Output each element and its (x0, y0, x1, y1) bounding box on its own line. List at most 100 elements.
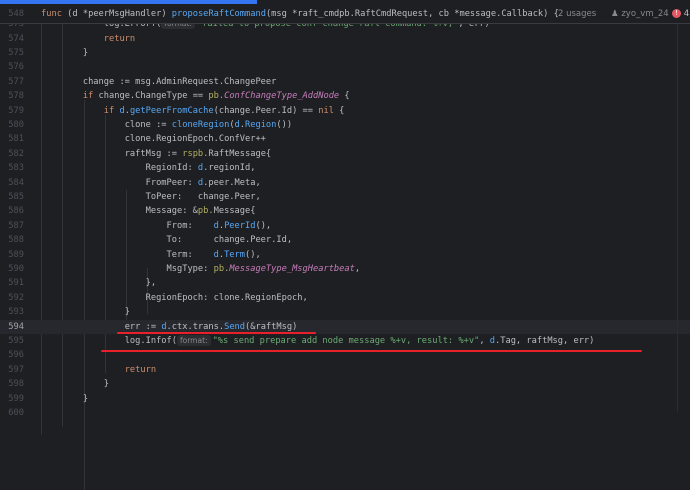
code-text[interactable]: }, (41, 276, 156, 290)
code-token: rspb. (182, 148, 209, 159)
line-number: 599 (8, 393, 24, 404)
code-text[interactable]: raftMsg := rspb.RaftMessage{ (41, 147, 271, 161)
code-line[interactable]: 577 change := msg.AdminRequest.ChangePee… (0, 75, 690, 89)
code-line[interactable]: 600 (0, 406, 690, 420)
code-text[interactable]: RegionEpoch: clone.RegionEpoch, (41, 291, 308, 305)
progress-indicator (0, 0, 257, 4)
line-number: 574 (8, 33, 24, 44)
code-token: MsgType: (41, 264, 214, 274)
code-token: (), (255, 220, 272, 231)
code-text[interactable]: } (41, 305, 130, 319)
line-number: 587 (8, 220, 24, 231)
code-line[interactable]: 574 return (0, 32, 690, 46)
code-line[interactable]: 576 (0, 60, 690, 74)
line-number: 591 (8, 278, 24, 289)
code-text[interactable]: Term: d.Term(), (41, 248, 261, 262)
code-text[interactable]: FromPeer: d.peer.Meta, (41, 176, 261, 190)
line-number: 584 (8, 177, 24, 188)
line-number: 590 (8, 264, 24, 274)
code-token: ()) (276, 120, 293, 130)
code-token: PeerId (224, 220, 256, 231)
code-line[interactable]: 586 Message: &pb.Message{ (0, 204, 690, 218)
code-text[interactable]: log.Infof(format: "%s send prepare add no… (41, 334, 594, 348)
code-line[interactable]: 580 clone := cloneRegion(d.Region()) (0, 118, 690, 132)
code-text[interactable]: RegionId: d.regionId, (41, 161, 256, 175)
code-token: clone := (41, 120, 172, 130)
code-line[interactable]: 582 raftMsg := rspb.RaftMessage{ (0, 147, 690, 161)
code-token: { (333, 105, 345, 116)
code-token: pb. (208, 91, 225, 102)
code-text[interactable]: return (41, 363, 156, 377)
code-token: ) (161, 9, 172, 19)
code-text[interactable]: return (41, 32, 135, 46)
code-text[interactable]: Message: &pb.Message{ (41, 204, 256, 218)
code-token: getPeerFromCache (129, 105, 214, 116)
code-line[interactable]: 591 }, (0, 276, 690, 290)
line-number: 582 (8, 148, 24, 159)
code-token: pb. (197, 206, 214, 217)
code-text[interactable]: clone.RegionEpoch.ConfVer++ (41, 132, 266, 146)
usages-link[interactable]: 2 usages (558, 6, 596, 23)
line-number: 585 (8, 192, 24, 202)
code-token: Message{ (213, 206, 256, 217)
code-line[interactable]: 587 From: d.PeerId(), (0, 219, 690, 233)
sticky-function-header[interactable]: 548 func (d *peerMsgHandler) proposeRaft… (0, 6, 690, 24)
line-number: 576 (8, 62, 24, 73)
code-text[interactable]: } (41, 46, 88, 60)
code-text[interactable]: From: d.PeerId(), (41, 219, 272, 233)
code-text[interactable]: clone := cloneRegion(d.Region()) (41, 118, 292, 132)
code-line[interactable]: 599 } (0, 392, 690, 406)
parameter-hint: format: (177, 335, 211, 346)
code-token: cloneRegion (171, 120, 230, 130)
code-text[interactable]: MsgType: pb.MessageType_MsgHeartbeat, (41, 262, 361, 276)
code-line[interactable]: 585 ToPeer: change.Peer, (0, 190, 690, 204)
error-indicator[interactable]: ! 4 (672, 6, 689, 23)
line-number: 588 (8, 235, 24, 246)
code-line[interactable]: 588 To: change.Peer.Id, (0, 233, 690, 247)
code-text[interactable]: ToPeer: change.Peer, (41, 190, 261, 204)
code-token: } (41, 48, 89, 58)
line-number: 592 (8, 292, 24, 303)
code-text[interactable]: To: change.Peer.Id, (41, 233, 293, 247)
code-token: if (103, 105, 120, 116)
code-token: (msg *raft_cmdpb.RaftCmdRequest, cb *mes… (265, 9, 559, 19)
code-line[interactable]: 575 } (0, 46, 690, 60)
code-line[interactable]: 581 clone.RegionEpoch.ConfVer++ (0, 132, 690, 146)
code-token: "%s send prepare add node message %+v, r… (212, 336, 480, 346)
line-number: 598 (8, 379, 24, 390)
code-line[interactable]: 583 RegionId: d.regionId, (0, 161, 690, 175)
code-line[interactable]: 590 MsgType: pb.MessageType_MsgHeartbeat… (0, 262, 690, 276)
code-line[interactable]: 584 FromPeer: d.peer.Meta, (0, 176, 690, 190)
code-token: return (124, 364, 157, 375)
code-line[interactable]: 598 } (0, 377, 690, 391)
function-signature[interactable]: func (d *peerMsgHandler) proposeRaftComm… (41, 6, 559, 23)
code-token: { (339, 91, 350, 102)
code-token: .peer.Meta, (203, 177, 261, 188)
right-margin (677, 23, 678, 412)
code-line[interactable]: 594 err := d.ctx.trans.Send(&raftMsg) (0, 319, 690, 334)
line-number: 589 (8, 249, 24, 260)
error-icon: ! (672, 9, 681, 18)
line-number: 575 (8, 48, 24, 58)
code-text[interactable]: change := msg.AdminRequest.ChangePeer (41, 75, 277, 89)
code-token: } (41, 307, 130, 318)
code-line[interactable]: 593 } (0, 305, 690, 319)
code-token: FromPeer: (41, 177, 198, 188)
code-token: change.ChangeType == (98, 91, 209, 102)
code-token: *peerMsgHandler (82, 9, 162, 19)
code-token: , (479, 336, 490, 346)
user-icon: ♟ (611, 9, 619, 19)
code-text[interactable]: } (41, 392, 88, 406)
code-text[interactable]: if change.ChangeType == pb.ConfChangeTyp… (41, 89, 350, 103)
code-line[interactable]: 595 log.Infof(format: "%s send prepare ad… (0, 334, 690, 348)
code-line[interactable]: 579 if d.getPeerFromCache(change.Peer.Id… (0, 104, 690, 118)
code-line[interactable]: 592 RegionEpoch: clone.RegionEpoch, (0, 291, 690, 305)
code-text[interactable]: if d.getPeerFromCache(change.Peer.Id) ==… (41, 104, 345, 118)
code-line[interactable]: 597 return (0, 363, 690, 377)
code-line[interactable]: 578 if change.ChangeType == pb.ConfChang… (0, 89, 690, 103)
code-text[interactable]: } (41, 377, 109, 391)
code-line[interactable]: 589 Term: d.Term(), (0, 248, 690, 262)
author-hint[interactable]: ♟ zyo_vm_24 (611, 6, 669, 23)
